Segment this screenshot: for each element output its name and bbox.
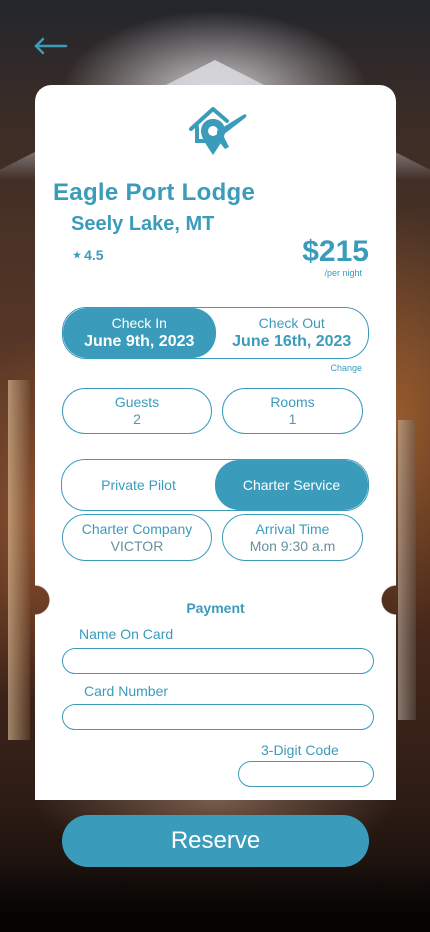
lodge-location: Seely Lake, MT bbox=[71, 213, 215, 235]
rating-value: 4.5 bbox=[84, 247, 104, 263]
check-out-label: Check Out bbox=[258, 314, 325, 331]
guests-value: 2 bbox=[133, 411, 141, 427]
bottom-shade bbox=[0, 862, 430, 932]
rating: ★ 4.5 bbox=[73, 247, 104, 263]
date-selector: Check In June 9th, 2023 Check Out June 1… bbox=[62, 307, 369, 359]
rooms-value: 1 bbox=[288, 411, 297, 427]
check-out-option[interactable]: Check Out June 16th, 2023 bbox=[216, 308, 369, 358]
arrival-time-label: Arrival Time bbox=[255, 520, 330, 537]
arrival-time-selector[interactable]: Arrival Time Mon 9:30 a.m bbox=[222, 514, 363, 561]
check-out-value: June 16th, 2023 bbox=[232, 332, 352, 350]
payment-title: Payment bbox=[186, 600, 245, 616]
name-on-card-input[interactable] bbox=[62, 648, 374, 674]
check-in-label: Check In bbox=[111, 314, 167, 331]
price-unit: /per night bbox=[324, 268, 362, 278]
back-arrow-icon[interactable] bbox=[32, 36, 68, 56]
name-on-card-label: Name On Card bbox=[79, 626, 174, 642]
check-in-value: June 9th, 2023 bbox=[84, 332, 195, 350]
star-icon: ★ bbox=[73, 249, 82, 260]
cvv-label: 3-Digit Code bbox=[261, 742, 339, 758]
arrival-time-value: Mon 9:30 a.m bbox=[249, 537, 336, 554]
service-toggle: Private Pilot Charter Service bbox=[61, 459, 369, 511]
reserve-button[interactable]: Reserve bbox=[62, 815, 369, 867]
cvv-input[interactable] bbox=[238, 761, 374, 787]
patio-heater-right bbox=[398, 420, 416, 720]
charter-company-label: Charter Company bbox=[81, 520, 193, 537]
charter-company-selector[interactable]: Charter Company VICTOR bbox=[62, 514, 212, 561]
price: $215 bbox=[302, 235, 369, 268]
charter-service-option[interactable]: Charter Service bbox=[215, 460, 368, 510]
card-number-label: Card Number bbox=[84, 683, 169, 699]
rooms-selector[interactable]: Rooms 1 bbox=[222, 388, 363, 434]
check-in-option[interactable]: Check In June 9th, 2023 bbox=[63, 308, 216, 358]
private-pilot-option[interactable]: Private Pilot bbox=[62, 460, 215, 510]
change-dates-link[interactable]: Change bbox=[330, 363, 362, 373]
card-number-input[interactable] bbox=[62, 704, 374, 730]
guests-selector[interactable]: Guests 2 bbox=[62, 388, 212, 434]
home-location-plane-icon bbox=[183, 101, 249, 161]
guests-label: Guests bbox=[114, 394, 160, 410]
rooms-label: Rooms bbox=[270, 394, 315, 410]
booking-card: Eagle Port Lodge Seely Lake, MT ★ 4.5 $2… bbox=[35, 85, 396, 800]
charter-company-value: VICTOR bbox=[110, 537, 164, 554]
patio-heater-left bbox=[8, 380, 30, 740]
lodge-name: Eagle Port Lodge bbox=[53, 179, 256, 206]
